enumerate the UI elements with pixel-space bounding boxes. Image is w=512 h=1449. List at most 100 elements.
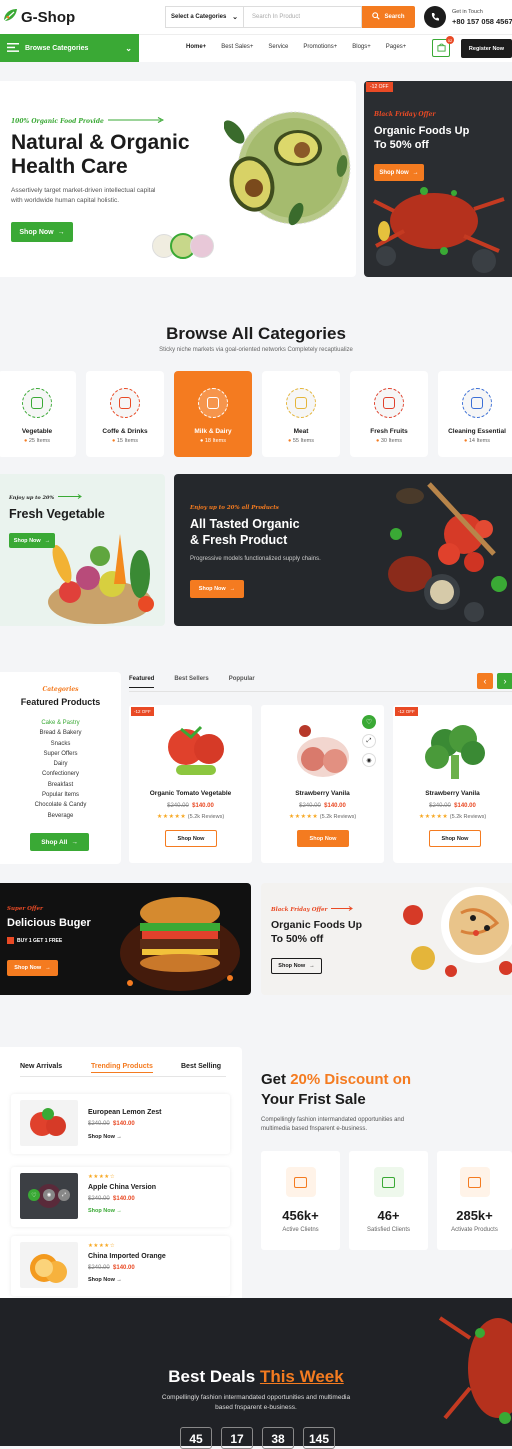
product-name[interactable]: Organic Tomato Vegetable — [129, 790, 252, 797]
featured-cat-popular[interactable]: Popular Items — [0, 790, 121, 800]
featured-cat-beverage[interactable]: Beverage — [0, 811, 121, 821]
heart-icon[interactable]: ♡ — [28, 1189, 40, 1201]
nav-item-home[interactable]: Home+ — [186, 44, 206, 50]
featured-cat-dairy[interactable]: Dairy — [0, 759, 121, 769]
product-shop-button[interactable]: Shop Now — [429, 830, 481, 847]
product-shop-button[interactable]: Shop Now — [165, 830, 217, 847]
wishlist-button[interactable]: ♡ — [362, 715, 376, 729]
nav-item-service[interactable]: Service — [268, 44, 288, 50]
trending-name[interactable]: China Imported Orange — [88, 1253, 166, 1260]
thumbnail-3[interactable] — [190, 234, 214, 258]
nav-item-blogs[interactable]: Blogs+ — [352, 44, 371, 50]
trending-item[interactable]: European Lemon Zest $240.00 $140.00 Shop… — [11, 1094, 230, 1154]
category-card[interactable]: Fresh Fruits ● 30 Items — [350, 371, 428, 457]
link-icon[interactable]: ⤢ — [58, 1189, 70, 1201]
categories-subtitle: Sticky niche markets via goal-oriented n… — [159, 347, 353, 353]
discount-desc-line1: Compellingly fashion intermandated oppor… — [261, 1117, 405, 1123]
search-button[interactable]: Search — [362, 6, 415, 28]
promo-shop-button[interactable]: Shop Now → — [374, 164, 424, 181]
trending-item[interactable]: ♡ ◉ ⤢ ★★★★☆ Apple China Version $240.00 $1… — [11, 1167, 230, 1227]
trending-current-price: $140.00 — [113, 1265, 135, 1271]
hero-thumbnails[interactable] — [152, 233, 214, 259]
featured-category-list: Cake & Pastry Bread & Bakery Snacks Supe… — [0, 718, 121, 821]
category-card[interactable]: Milk & Dairy ● 18 Items — [174, 371, 252, 457]
product-card[interactable]: ♡ ⤢ ◉ Strawberry Vanila $240.00 $140.00 … — [261, 705, 384, 863]
hero-shop-button[interactable]: Shop Now → — [11, 222, 73, 242]
featured-cat-snacks[interactable]: Snacks — [0, 739, 121, 749]
quick-view-button[interactable]: ◉ — [362, 753, 376, 767]
product-image[interactable] — [415, 717, 495, 782]
tab-best-selling[interactable]: Best Selling — [181, 1063, 221, 1070]
trending-shop-link[interactable]: Shop Now → — [88, 1208, 122, 1214]
deals-desc-line2: based fnsparent e-business. — [215, 1404, 297, 1411]
nav-item-promotions[interactable]: Promotions+ — [303, 44, 337, 50]
featured-cat-confectionery[interactable]: Confectionery — [0, 769, 121, 779]
organic-title: All Tasted Organic & Fresh Product — [190, 517, 300, 548]
category-card[interactable]: Vegetable ● 25 Items — [0, 371, 76, 457]
featured-cat-breakfast[interactable]: Breakfast — [0, 780, 121, 790]
trending-shop-link[interactable]: Shop Now → — [88, 1277, 122, 1283]
trending-image[interactable] — [20, 1100, 78, 1146]
category-name: Meat — [293, 428, 309, 435]
product-shop-button[interactable]: Shop Now — [297, 830, 349, 847]
veg-tagline: Enjoy up to 20% — [9, 494, 83, 501]
nav-item-best-sales[interactable]: Best Sales+ — [221, 44, 253, 50]
burger-shop-button[interactable]: Shop Now → — [7, 960, 58, 976]
veg-shop-button[interactable]: Shop Now → — [9, 533, 55, 548]
trending-shop-label: Shop Now — [88, 1134, 115, 1140]
hero-shop-label: Shop Now — [19, 228, 54, 236]
veg-tagline-text: Enjoy up to 20% — [9, 494, 55, 501]
tab-popular[interactable]: Poppular — [229, 676, 255, 688]
product-name[interactable]: Strawberry Vanila — [393, 790, 512, 797]
product-reviews: (5.2k Reviews) — [187, 814, 225, 820]
cart-count-badge: 02 — [446, 36, 454, 44]
featured-cat-chocolate[interactable]: Chocolate & Candy — [0, 800, 121, 810]
trending-image[interactable]: ♡ ◉ ⤢ — [20, 1173, 78, 1219]
product-image[interactable] — [151, 717, 231, 782]
cart-button[interactable]: 02 — [432, 36, 454, 57]
browse-categories-button[interactable]: Browse Categories ⌄ — [0, 34, 139, 62]
prev-arrow-button[interactable]: ‹ — [477, 673, 493, 689]
shop-all-button[interactable]: Shop All → — [30, 833, 89, 851]
product-card[interactable]: -12 OFF Organic Tomato Vegetable $240.00… — [129, 705, 252, 863]
featured-cat-super-offers[interactable]: Super Offers — [0, 749, 121, 759]
deals-description: Compellingly fashion intermandated oppor… — [0, 1393, 512, 1413]
organic2-shop-button[interactable]: Shop Now → — [271, 958, 322, 974]
search-input[interactable]: Search In Product — [243, 6, 362, 28]
trending-item[interactable]: ★★★★☆ China Imported Orange $240.00 $140… — [11, 1236, 230, 1296]
featured-cat-bread[interactable]: Bread & Bakery — [0, 728, 121, 738]
category-card[interactable]: Cleaning Essential ● 14 Items — [438, 371, 512, 457]
promo-title-line2: To 50% off — [374, 139, 429, 151]
nav-item-pages[interactable]: Pages+ — [386, 44, 407, 50]
product-image[interactable] — [283, 717, 363, 782]
eye-icon[interactable]: ◉ — [43, 1189, 55, 1201]
register-button[interactable]: Register Now — [461, 39, 512, 58]
category-name: Coffe & Drinks — [102, 428, 148, 435]
product-name[interactable]: Strawberry Vanila — [261, 790, 384, 797]
organic2-title-line2: To 50% off — [271, 933, 324, 945]
tab-new-arrivals[interactable]: New Arrivals — [20, 1063, 62, 1070]
organic2-shop-label: Shop Now — [278, 963, 306, 969]
trending-name[interactable]: Apple China Version — [88, 1184, 156, 1191]
category-select[interactable]: Select a Categories ⌄ — [165, 6, 243, 28]
compare-button[interactable]: ⤢ — [362, 734, 376, 748]
tab-trending-products[interactable]: Trending Products — [91, 1063, 153, 1073]
stat-icon — [459, 1167, 490, 1197]
star-rating-icon: ★★★★★ — [288, 814, 319, 820]
tab-featured[interactable]: Featured — [129, 676, 155, 688]
category-card[interactable]: Meat ● 55 Items — [262, 371, 340, 457]
contact-phone[interactable]: +80 157 058 4567 — [452, 17, 512, 26]
featured-cat-cake[interactable]: Cake & Pastry — [0, 718, 121, 728]
phone-icon[interactable] — [424, 6, 446, 28]
organic-shop-label: Shop Now — [198, 586, 226, 592]
tab-best-sellers[interactable]: Best Sellers — [174, 676, 208, 688]
trending-name[interactable]: European Lemon Zest — [88, 1109, 162, 1116]
trending-image[interactable] — [20, 1242, 78, 1288]
organic-shop-button[interactable]: Shop Now → — [190, 580, 244, 598]
category-icon — [462, 388, 492, 418]
next-arrow-button[interactable]: › — [497, 673, 512, 689]
category-card[interactable]: Coffe & Drinks ● 15 Items — [86, 371, 164, 457]
trending-shop-link[interactable]: Shop Now → — [88, 1134, 122, 1140]
brand-logo[interactable]: G-Shop — [2, 7, 75, 28]
product-card[interactable]: -12 OFF Strawberry Vanila $240.00 $140.0… — [393, 705, 512, 863]
